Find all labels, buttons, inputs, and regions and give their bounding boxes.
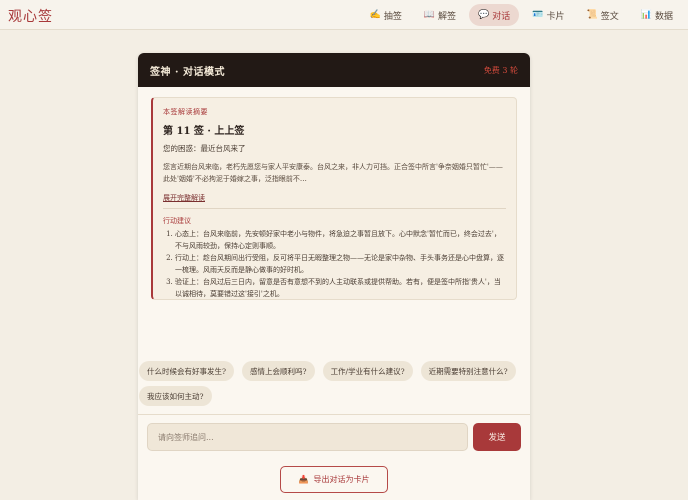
reading-summary-card: 本签解读摘要 第 11 签 · 上上签 您的困惑：最近台风来了 您言近期台风来临… bbox=[151, 97, 517, 300]
summary-caption: 本签解读摘要 bbox=[163, 108, 208, 116]
list-item: 验证上：台风过后三日内，留意是否有意想不到的人主动联系或提供帮助。若有，便是签中… bbox=[175, 277, 506, 300]
action-list: 心态上：台风来临前，先安顿好家中老小与物件，将急迫之事暂且放下。心中默念'暂忙而… bbox=[163, 229, 506, 300]
nav-item-texts[interactable]: 📜 签文 bbox=[578, 4, 628, 26]
nav-item-card[interactable]: 🪪 卡片 bbox=[523, 4, 573, 26]
nav-item-draw[interactable]: ✍ 抽签 bbox=[361, 4, 411, 26]
id-card-icon: 🪪 bbox=[532, 9, 544, 20]
nav-label: 签文 bbox=[600, 11, 619, 22]
suggestion-chip[interactable]: 工作/学业有什么建议? bbox=[322, 361, 413, 381]
user-question: 您的困惑：最近台风来了 bbox=[163, 144, 246, 153]
export-card-button[interactable]: 📥 导出对话为卡片 bbox=[280, 466, 388, 493]
nav-menu: ✍ 抽签 📖 解签 💬 对话 🪪 卡片 📜 签文 📊 数据 bbox=[361, 4, 682, 26]
summary-text: 您言近期台风来临，老朽先愿您与家人平安康泰。台风之来，非人力可挡。正合签中所言'… bbox=[163, 163, 503, 183]
question-input[interactable]: 请向签师追问... bbox=[147, 423, 468, 451]
chat-panel: 签神 · 对话模式 免费 3 轮 本签解读摘要 第 11 签 · 上上签 您的困… bbox=[138, 53, 530, 500]
suggestion-chips: 什么时候会有好事发生? 感情上会顺利吗? 工作/学业有什么建议? 近期需要特别注… bbox=[138, 361, 530, 406]
scroll-icon: 📜 bbox=[586, 9, 598, 20]
nav-label: 解签 bbox=[438, 11, 457, 22]
chat-bubble-icon: 💬 bbox=[478, 9, 490, 20]
nav-item-interpret[interactable]: 📖 解签 bbox=[415, 4, 465, 26]
nav-item-chat[interactable]: 💬 对话 bbox=[469, 4, 520, 26]
book-icon: 📖 bbox=[423, 9, 436, 20]
suggestion-chip[interactable]: 感情上会顺利吗? bbox=[242, 361, 315, 381]
bar-chart-icon: 📊 bbox=[640, 9, 652, 20]
input-row: 请向签师追问... 发送 bbox=[138, 414, 530, 459]
brush-icon: ✍ bbox=[369, 9, 381, 20]
action-caption: 行动建议 bbox=[163, 217, 191, 225]
list-item: 心态上：台风来临前，先安顿好家中老小与物件，将急迫之事暂且放下。心中默念'暂忙而… bbox=[175, 229, 506, 252]
expand-full-link[interactable]: 展开完整解读 bbox=[163, 193, 205, 203]
nav-label: 数据 bbox=[654, 11, 673, 22]
suggestion-chip[interactable]: 近期需要特别注意什么? bbox=[420, 361, 516, 381]
nav-label: 抽签 bbox=[383, 11, 402, 22]
send-button[interactable]: 发送 bbox=[473, 423, 521, 451]
panel-header: 签神 · 对话模式 免费 3 轮 bbox=[138, 53, 530, 87]
top-nav: 观心签 ✍ 抽签 📖 解签 💬 对话 🪪 卡片 📜 签文 📊 数据 bbox=[0, 0, 688, 30]
nav-label: 卡片 bbox=[546, 11, 565, 22]
divider bbox=[163, 208, 506, 209]
lot-title: 第 11 签 · 上上签 bbox=[163, 126, 245, 137]
nav-item-data[interactable]: 📊 数据 bbox=[632, 4, 682, 26]
suggestion-chip[interactable]: 什么时候会有好事发生? bbox=[139, 361, 235, 381]
list-item: 行动上：趁台风期间出行受阻，反可将平日无暇整理之物——无论是家中杂物、手头事务还… bbox=[175, 253, 506, 276]
panel-title: 签神 · 对话模式 bbox=[150, 66, 225, 78]
nav-label: 对话 bbox=[492, 11, 511, 22]
download-icon: 📥 bbox=[298, 475, 309, 484]
suggestion-chip[interactable]: 我应该如何主动? bbox=[139, 386, 212, 406]
export-label: 导出对话为卡片 bbox=[313, 475, 370, 484]
free-rounds-badge: 免费 3 轮 bbox=[483, 65, 518, 75]
app-logo[interactable]: 观心签 bbox=[8, 6, 53, 26]
